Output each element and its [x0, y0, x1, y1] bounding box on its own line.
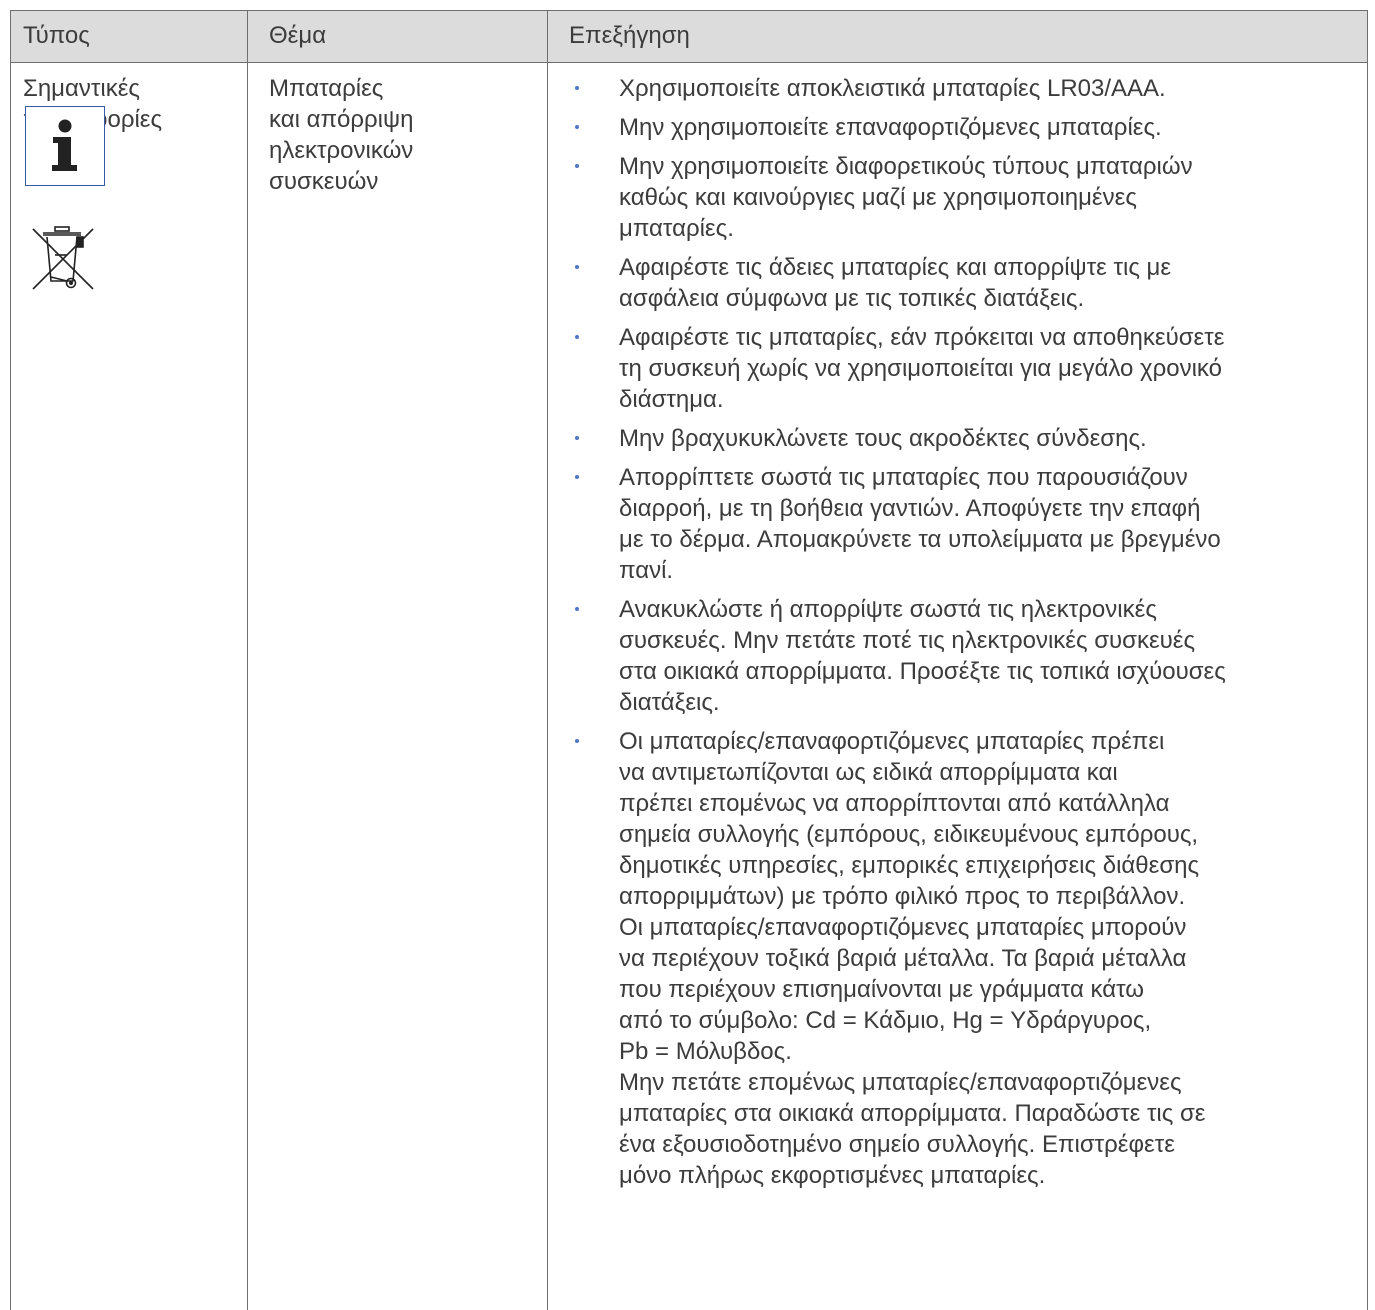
bullet-item: Απορρίπτετε σωστά τις μπαταρίες που παρο…: [571, 462, 1361, 586]
bullet-dot-icon: [575, 86, 579, 90]
bullet-text-line: στα οικιακά απορρίμματα. Προσέξτε τις το…: [619, 658, 1226, 685]
bullet-text-line: μπαταρίες.: [619, 215, 734, 242]
bullet-text-line: Αφαιρέστε τις μπαταρίες, εάν πρόκειται ν…: [619, 324, 1225, 351]
bullet-dot-icon: [575, 265, 579, 269]
bullet-dot-icon: [575, 164, 579, 168]
bullet-text-line: με το δέρμα. Απομακρύνετε τα υπολείμματα…: [619, 526, 1221, 553]
bullet-text-line: δημοτικές υπηρεσίες, εμπορικές επιχειρήσ…: [619, 852, 1200, 879]
bullet-item: Οι μπαταρίες/επαναφορτιζόμενες μπαταρίες…: [571, 726, 1361, 1191]
topic-line: ηλεκτρονικών: [269, 137, 414, 164]
bullet-item: Αφαιρέστε τις άδειες μπαταρίες και απορρ…: [571, 252, 1361, 314]
topic-line: συσκευών: [269, 168, 379, 195]
bullet-text-line: καθώς και καινούργιες μαζί με χρησιμοποι…: [619, 184, 1137, 211]
bullet-item: Ανακυκλώστε ή απορρίψτε σωστά τις ηλεκτρ…: [571, 594, 1361, 718]
column-divider: [247, 11, 248, 1310]
bullet-dot-icon: [575, 125, 579, 129]
bullet-text-line: σημεία συλλογής (εμπόρους, ειδικευμένους…: [619, 821, 1199, 848]
header-type: Τύπος: [23, 22, 90, 49]
type-line: Σημαντικές: [23, 75, 140, 102]
bullet-text-line: Μην βραχυκυκλώνετε τους ακροδέκτες σύνδε…: [619, 425, 1147, 452]
bullet-dot-icon: [575, 335, 579, 339]
bullet-item: Χρησιμοποιείτε αποκλειστικά μπαταρίες LR…: [571, 73, 1361, 104]
info-icon: [25, 106, 105, 186]
table-header-row: Τύπος Θέμα Επεξήγηση: [11, 11, 1367, 63]
bullet-text-line: μόνο πλήρως εκφορτισμένες μπαταρίες.: [619, 1162, 1046, 1189]
cell-explanation: Χρησιμοποιείτε αποκλειστικά μπαταρίες LR…: [571, 73, 1361, 1199]
bullet-text-line: Μην χρησιμοποιείτε επαναφορτιζόμενες μπα…: [619, 114, 1162, 141]
bullet-text-line: Χρησιμοποιείτε αποκλειστικά μπαταρίες LR…: [619, 75, 1166, 102]
bullet-item: Μην βραχυκυκλώνετε τους ακροδέκτες σύνδε…: [571, 423, 1361, 454]
bullet-text-line: Μην πετάτε επομένως μπαταρίες/επαναφορτι…: [619, 1069, 1182, 1096]
bullet-item: Μην χρησιμοποιείτε επαναφορτιζόμενες μπα…: [571, 112, 1361, 143]
crossed-out-wheelie-bin-icon: [27, 221, 99, 293]
bullet-dot-icon: [575, 739, 579, 743]
bullet-text-line: Pb = Μόλυβδος.: [619, 1038, 792, 1065]
bullet-text-line: διατάξεις.: [619, 689, 720, 716]
header-explanation: Επεξήγηση: [569, 22, 690, 49]
bullet-text-line: τη συσκευή χωρίς να χρησιμοποιείται για …: [619, 355, 1222, 382]
bullet-text-line: μπαταρίες στα οικιακά απορρίμματα. Παραδ…: [619, 1100, 1206, 1127]
bullet-text-line: συσκευές. Μην πετάτε ποτέ τις ηλεκτρονικ…: [619, 627, 1196, 654]
bullet-dot-icon: [575, 475, 579, 479]
bullet-item: Μην χρησιμοποιείτε διαφορετικούς τύπους …: [571, 151, 1361, 244]
topic-label: Μπαταρίες και απόρριψη ηλεκτρονικών συσκ…: [269, 73, 539, 197]
bullet-text-line: ένα εξουσιοδοτημένο σημείο συλλογής. Επι…: [619, 1131, 1175, 1158]
topic-line: και απόρριψη: [269, 106, 414, 133]
explanation-bullet-list: Χρησιμοποιείτε αποκλειστικά μπαταρίες LR…: [571, 73, 1361, 1191]
bullet-dot-icon: [575, 607, 579, 611]
topic-line: Μπαταρίες: [269, 75, 384, 102]
header-topic: Θέμα: [269, 22, 327, 49]
bullet-text-line: ασφάλεια σύμφωνα με τις τοπικές διατάξει…: [619, 285, 1085, 312]
bullet-text-line: Οι μπαταρίες/επαναφορτιζόμενες μπαταρίες…: [619, 728, 1165, 755]
bullet-text-line: Αφαιρέστε τις άδειες μπαταρίες και απορρ…: [619, 254, 1172, 281]
bullet-dot-icon: [575, 436, 579, 440]
bullet-item: Αφαιρέστε τις μπαταρίες, εάν πρόκειται ν…: [571, 322, 1361, 415]
bullet-text-line: να αντιμετωπίζονται ως ειδικά απορρίμματ…: [619, 759, 1118, 786]
bullet-text-line: που περιέχουν επισημαίνονται με γράμματα…: [619, 976, 1144, 1003]
bullet-text-line: από το σύμβολο: Cd = Κάδμιο, Hg = Υδράργ…: [619, 1007, 1152, 1034]
bullet-text-line: πρέπει επομένως να απορρίπτονται από κατ…: [619, 790, 1170, 817]
column-divider: [547, 11, 548, 1310]
cell-topic: Μπαταρίες και απόρριψη ηλεκτρονικών συσκ…: [269, 73, 539, 197]
bullet-text-line: Ανακυκλώστε ή απορρίψτε σωστά τις ηλεκτρ…: [619, 596, 1157, 623]
bullet-text-line: απορριμμάτων) με τρόπο φιλικό προς το πε…: [619, 883, 1186, 910]
bullet-text-line: διάστημα.: [619, 386, 724, 413]
bullet-text-line: Απορρίπτετε σωστά τις μπαταρίες που παρο…: [619, 464, 1188, 491]
bullet-text-line: Οι μπαταρίες/επαναφορτιζόμενες μπαταρίες…: [619, 914, 1187, 941]
bullet-text-line: πανί.: [619, 557, 674, 584]
document-table: Τύπος Θέμα Επεξήγηση Σημαντικές πληροφορ…: [10, 10, 1368, 1310]
bullet-text-line: διαρροή, με τη βοήθεια γαντιών. Αποφύγετ…: [619, 495, 1201, 522]
bullet-text-line: να περιέχουν τοξικά βαριά μέταλλα. Τα βα…: [619, 945, 1187, 972]
bullet-text-line: Μην χρησιμοποιείτε διαφορετικούς τύπους …: [619, 153, 1193, 180]
